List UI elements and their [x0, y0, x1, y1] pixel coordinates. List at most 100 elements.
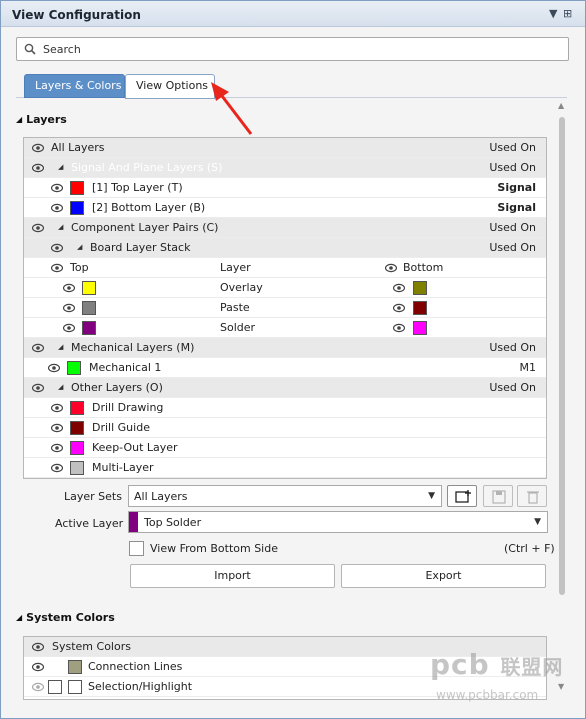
view-from-bottom-shortcut: (Ctrl + F)	[504, 542, 555, 555]
row-pair-paste[interactable]: Paste	[24, 298, 546, 318]
active-layer-label: Active Layer	[55, 517, 124, 530]
top-color-swatch[interactable]	[82, 281, 96, 295]
layers-section-header[interactable]: ◢ Layers	[16, 113, 67, 126]
bottom-color-swatch[interactable]	[413, 301, 427, 315]
row-top-layer[interactable]: [1] Top Layer (T) Signal	[24, 178, 546, 198]
color-swatch[interactable]	[70, 181, 84, 195]
save-layer-set-button[interactable]	[483, 485, 513, 507]
expand-triangle-icon[interactable]: ◢	[58, 163, 63, 171]
column-top: Top	[70, 261, 89, 274]
vertical-scrollbar[interactable]: ▲ ▼	[557, 101, 567, 691]
view-from-bottom-label: View From Bottom Side	[150, 542, 278, 555]
expand-triangle-icon[interactable]: ◢	[58, 343, 63, 351]
row-mechanical-layers[interactable]: ◢ Mechanical Layers (M) Used On	[24, 338, 546, 358]
layer-sets-value: All Layers	[134, 490, 188, 503]
color-swatch[interactable]	[70, 421, 84, 435]
eye-icon[interactable]	[51, 443, 63, 453]
eye-icon[interactable]	[393, 323, 405, 333]
row-other-layers[interactable]: ◢ Other Layers (O) Used On	[24, 378, 546, 398]
dropdown-arrow-icon: ▼	[534, 517, 541, 527]
eye-icon[interactable]	[51, 243, 63, 253]
search-input[interactable]	[41, 40, 561, 58]
row-drill-guide[interactable]: Drill Guide	[24, 418, 546, 438]
top-color-swatch[interactable]	[82, 301, 96, 315]
eye-icon[interactable]	[48, 363, 60, 373]
active-layer-dropdown[interactable]: Top Solder ▼	[128, 511, 548, 533]
row-label: Mechanical 1	[89, 361, 162, 374]
watermark-logo: pcb 联盟网 www.pcbbar.com	[430, 648, 580, 714]
dropdown-arrow-icon: ▼	[428, 491, 435, 501]
eye-icon[interactable]	[32, 143, 44, 153]
eye-icon[interactable]	[63, 303, 75, 313]
eye-icon[interactable]	[32, 383, 44, 393]
eye-icon[interactable]	[63, 323, 75, 333]
bottom-color-swatch[interactable]	[413, 321, 427, 335]
scrollbar-thumb[interactable]	[559, 117, 565, 595]
tab-view-options[interactable]: View Options	[125, 74, 215, 99]
expand-triangle-icon[interactable]: ◢	[58, 223, 63, 231]
row-mechanical-1[interactable]: Mechanical 1 M1	[24, 358, 546, 378]
system-colors-section-header[interactable]: ◢ System Colors	[16, 611, 115, 624]
row-label: Drill Drawing	[92, 401, 164, 414]
view-from-bottom-checkbox[interactable]	[129, 541, 144, 556]
row-value: Signal	[497, 201, 536, 214]
row-all-layers[interactable]: All Layers Used On	[24, 138, 546, 158]
color-swatch[interactable]	[70, 461, 84, 475]
top-color-swatch[interactable]	[82, 321, 96, 335]
row-board-layer-stack[interactable]: ◢ Board Layer Stack Used On	[24, 238, 546, 258]
add-layer-set-button[interactable]	[447, 485, 477, 507]
row-pair-header: Top Layer Bottom	[24, 258, 546, 278]
import-button[interactable]: Import	[130, 564, 335, 588]
row-label: [1] Top Layer (T)	[92, 181, 183, 194]
pin-icon[interactable]: ⊞	[563, 7, 572, 20]
eye-icon[interactable]	[32, 682, 44, 692]
eye-icon[interactable]	[32, 163, 44, 173]
eye-icon[interactable]	[32, 642, 44, 652]
color-swatch[interactable]	[70, 401, 84, 415]
eye-icon[interactable]	[32, 223, 44, 233]
row-signal-plane-layers[interactable]: ◢ Signal And Plane Layers (S) Used On	[24, 158, 546, 178]
panel-titlebar[interactable]: View Configuration ▼ ⊞	[1, 1, 585, 27]
expand-triangle-icon[interactable]: ◢	[77, 243, 82, 251]
bottom-color-swatch[interactable]	[413, 281, 427, 295]
export-button[interactable]: Export	[341, 564, 546, 588]
row-drill-drawing[interactable]: Drill Drawing	[24, 398, 546, 418]
dropdown-arrow-icon[interactable]: ▼	[549, 7, 557, 20]
eye-icon[interactable]	[32, 662, 44, 672]
checkbox[interactable]	[48, 680, 62, 694]
expand-triangle-icon[interactable]: ◢	[58, 383, 63, 391]
layer-sets-dropdown[interactable]: All Layers ▼	[128, 485, 442, 507]
eye-icon[interactable]	[51, 463, 63, 473]
row-label: Selection/Highlight	[88, 680, 193, 693]
row-bottom-layer[interactable]: [2] Bottom Layer (B) Signal	[24, 198, 546, 218]
row-label: Other Layers (O)	[71, 381, 163, 394]
delete-layer-set-button[interactable]	[517, 485, 547, 507]
eye-icon[interactable]	[51, 183, 63, 193]
eye-icon[interactable]	[51, 403, 63, 413]
color-swatch[interactable]	[68, 660, 82, 674]
search-box[interactable]	[16, 37, 569, 61]
eye-icon[interactable]	[51, 263, 63, 273]
color-swatch[interactable]	[67, 361, 81, 375]
eye-icon[interactable]	[393, 303, 405, 313]
eye-icon[interactable]	[385, 263, 397, 273]
row-value: M1	[519, 361, 537, 374]
color-swatch[interactable]	[70, 201, 84, 215]
eye-icon[interactable]	[51, 203, 63, 213]
row-pair-solder[interactable]: Solder	[24, 318, 546, 338]
tab-layers-colors[interactable]: Layers & Colors	[24, 74, 125, 98]
row-value: Used On	[489, 341, 536, 354]
color-swatch[interactable]	[70, 441, 84, 455]
row-keep-out-layer[interactable]: Keep-Out Layer	[24, 438, 546, 458]
eye-icon[interactable]	[51, 423, 63, 433]
color-swatch[interactable]	[68, 680, 82, 694]
scroll-up-icon[interactable]: ▲	[558, 101, 564, 110]
row-label: System Colors	[52, 640, 131, 653]
eye-icon[interactable]	[63, 283, 75, 293]
row-multi-layer[interactable]: Multi-Layer	[24, 458, 546, 478]
eye-icon[interactable]	[393, 283, 405, 293]
row-label: Component Layer Pairs (C)	[71, 221, 219, 234]
row-component-layer-pairs[interactable]: ◢ Component Layer Pairs (C) Used On	[24, 218, 546, 238]
eye-icon[interactable]	[32, 343, 44, 353]
row-pair-overlay[interactable]: Overlay	[24, 278, 546, 298]
